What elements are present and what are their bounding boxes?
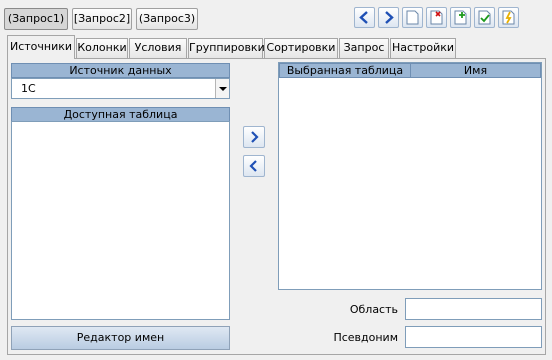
alias-field[interactable] — [405, 326, 542, 348]
magic-wand-icon[interactable] — [498, 7, 519, 28]
column-header-selected-table[interactable]: Выбранная таблица — [279, 63, 411, 78]
alias-label: Псевдоним — [333, 331, 398, 344]
chevron-right-icon — [251, 131, 259, 143]
query-tab-3[interactable]: (Запрос3) — [136, 8, 198, 30]
tab-columns[interactable]: Колонки — [76, 38, 128, 58]
area-label: Область — [349, 303, 398, 316]
arrow-right-icon[interactable] — [378, 7, 399, 28]
source-value: 1С — [21, 82, 36, 95]
tab-conditions[interactable]: Условия — [129, 38, 187, 58]
tab-groupings[interactable]: Группировки — [188, 38, 265, 58]
tab-sources[interactable]: Источники — [7, 35, 75, 59]
source-combobox[interactable]: 1С — [11, 78, 230, 99]
arrow-left-icon[interactable] — [354, 7, 375, 28]
query-tab-1[interactable]: (Запрос1) — [4, 8, 68, 30]
move-right-button[interactable] — [243, 126, 265, 148]
query-tab-2[interactable]: [Запрос2] — [72, 8, 132, 30]
check-document-icon[interactable] — [474, 7, 495, 28]
add-document-icon[interactable] — [450, 7, 471, 28]
available-table-list[interactable] — [11, 121, 230, 320]
name-editor-button[interactable]: Редактор имен — [11, 326, 230, 350]
delete-document-icon[interactable] — [426, 7, 447, 28]
source-header: Источник данных — [11, 63, 230, 78]
chevron-left-icon — [249, 160, 257, 172]
tab-query[interactable]: Запрос — [339, 38, 389, 58]
column-header-name[interactable]: Имя — [410, 63, 541, 78]
area-field[interactable] — [405, 298, 542, 320]
chevron-down-icon[interactable] — [215, 79, 229, 98]
tab-sortings[interactable]: Сортировки — [264, 38, 338, 58]
selected-table-grid[interactable]: Выбранная таблица Имя — [278, 62, 542, 290]
new-document-icon[interactable] — [402, 7, 423, 28]
available-table-header: Доступная таблица — [11, 107, 230, 122]
tab-settings[interactable]: Настройки — [390, 38, 456, 58]
move-left-button[interactable] — [243, 155, 265, 177]
